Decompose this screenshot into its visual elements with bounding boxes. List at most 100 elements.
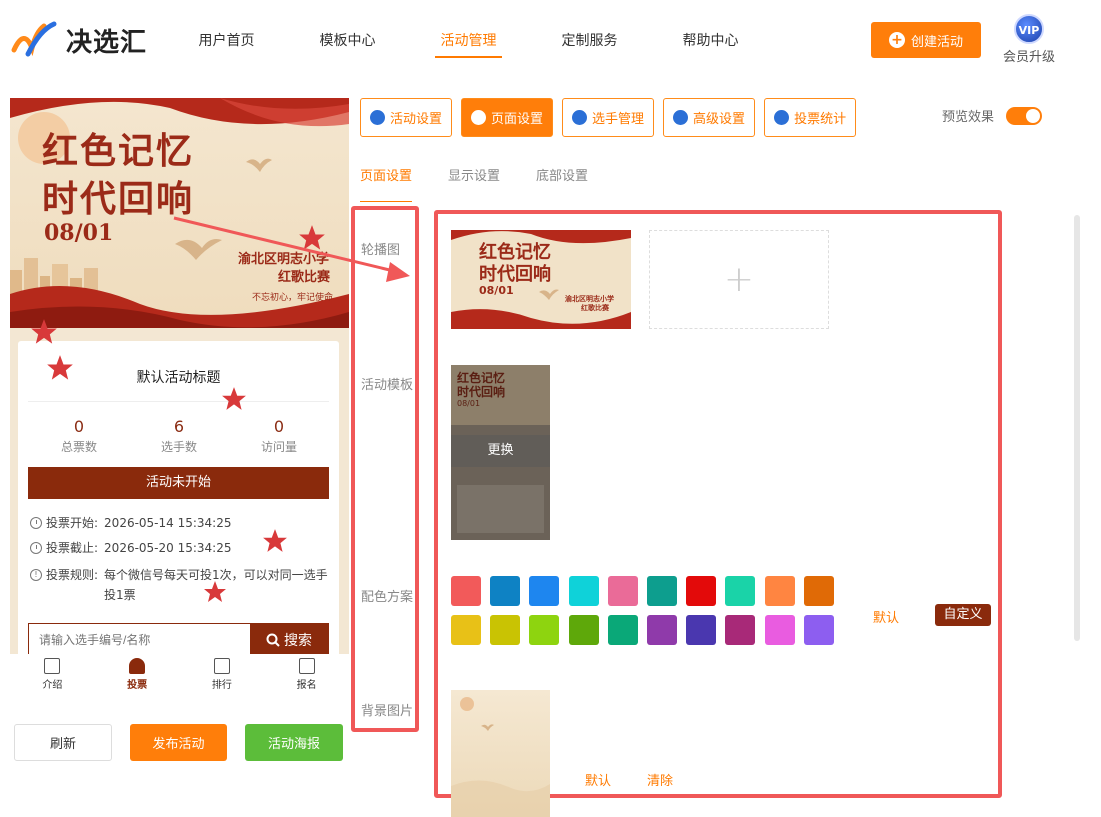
background-clear-link[interactable]: 清除 [647,770,673,789]
color-swatch[interactable] [490,576,521,606]
search-icon [266,633,280,647]
vote-start-label: 投票开始: [46,516,99,530]
color-swatch[interactable] [647,576,677,606]
carousel-date: 08/01 [479,284,514,297]
star-icon [31,319,57,344]
color-swatch[interactable] [529,615,560,645]
background-image-thumbnail[interactable] [451,690,550,817]
carousel-title-line2: 时代回响 [479,264,551,285]
color-swatch[interactable] [686,576,717,606]
color-swatch[interactable] [803,615,834,645]
color-swatch[interactable] [725,615,756,645]
refresh-button[interactable]: 刷新 [14,724,112,761]
vote-end-label: 投票截止: [46,541,99,555]
page-settings-subtabs: 页面设置 显示设置 底部设置 [360,165,624,203]
vote-rule-row: ! 投票规则: 每个微信号每天可投1次，可以对同一选手 投1票 [30,565,330,605]
color-swatch[interactable] [647,615,677,645]
tab-vote-statistics[interactable]: 投票统计 [764,98,857,137]
activity-poster-button[interactable]: 活动海报 [245,724,343,761]
color-swatch[interactable] [607,576,638,606]
tab-label: 投票统计 [794,112,847,127]
contestant-search-input[interactable] [29,624,250,654]
search-button-label: 搜索 [284,633,312,649]
star-badge-icon [370,110,385,125]
background-default-link[interactable]: 默认 [585,770,611,789]
contestant-search: 搜索 [28,623,329,654]
tab-advanced-settings[interactable]: 高级设置 [663,98,756,137]
stat-value: 0 [73,417,85,436]
subtab-display-settings[interactable]: 显示设置 [448,165,500,203]
color-swatch[interactable] [764,576,795,606]
preview-toggle-switch[interactable] [1006,106,1043,125]
carousel-image[interactable]: 红色记忆 时代回响 08/01 渝北区明志小学 红歌比赛 [451,230,631,329]
subtab-footer-settings[interactable]: 底部设置 [536,165,588,203]
preview-effect: 预览效果 [942,106,1043,125]
tab-contestant-management[interactable]: 选手管理 [562,98,655,137]
vote-rule-label: 投票规则: [46,568,99,582]
color-swatch[interactable] [451,615,481,645]
tab-activity-settings[interactable]: 活动设置 [360,98,453,137]
id-card-icon [298,658,315,674]
scrollbar[interactable] [1074,215,1080,641]
template-info-block [457,485,544,533]
nav-home[interactable]: 用户首页 [166,0,287,80]
add-carousel-image-button[interactable]: + [649,230,829,329]
main-nav: 用户首页 模板中心 活动管理 定制服务 帮助中心 [166,0,771,80]
color-swatch[interactable] [725,576,756,606]
activity-template-thumbnail[interactable]: 红色记忆 时代回响 08/01 更换 [451,365,550,540]
background-thumb-art [451,697,550,817]
activity-status-bar[interactable]: 活动未开始 [28,467,329,499]
template-date: 08/01 [457,399,481,408]
template-title-line2: 时代回响 [457,385,506,399]
vip-upgrade[interactable]: VIP 会员升级 [1000,14,1058,65]
label-color-scheme: 配色方案 [361,590,414,605]
tab-ranking[interactable]: 排行 [180,654,265,700]
create-activity-label: 创建活动 [910,34,963,50]
tab-signup[interactable]: 报名 [264,654,349,700]
color-swatch[interactable] [764,615,795,645]
stat-label: 访问量 [260,440,297,454]
publish-activity-button[interactable]: 发布活动 [130,724,227,761]
color-default-link[interactable]: 默认 [873,607,899,626]
create-activity-button[interactable]: + 创建活动 [871,22,981,58]
tab-label: 页面设置 [491,112,544,127]
color-swatch[interactable] [803,576,834,606]
logo-mark-icon [10,20,60,60]
nav-help[interactable]: 帮助中心 [650,0,771,80]
search-button[interactable]: 搜索 [250,624,328,654]
color-swatch[interactable] [529,576,560,606]
color-custom-button[interactable]: 自定义 [935,604,991,626]
tab-page-settings[interactable]: 页面设置 [461,98,554,137]
replace-template-button[interactable]: 更换 [451,435,550,467]
stat-total-votes: 0 总票数 [29,417,129,455]
preview-tabbar: 介绍 投票 排行 报名 [10,654,349,700]
color-swatch[interactable] [686,615,717,645]
subtab-page-settings[interactable]: 页面设置 [360,165,413,203]
sliders-icon [673,110,689,125]
nav-activity-management[interactable]: 活动管理 [408,0,529,80]
nav-templates[interactable]: 模板中心 [287,0,408,80]
tab-label: 选手管理 [592,112,645,127]
poster-title-line2: 时代回响 [42,178,195,220]
tab-label: 活动设置 [390,112,443,127]
stat-label: 总票数 [60,440,97,454]
tab-intro[interactable]: 介绍 [10,654,95,700]
stat-label: 选手数 [160,440,197,454]
logo[interactable]: 决选汇 [10,20,147,60]
tab-vote[interactable]: 投票 [95,654,180,700]
tab-ranking-label: 排行 [211,680,232,691]
color-swatch[interactable] [568,615,599,645]
tab-label: 高级设置 [693,112,746,127]
stat-contestants: 6 选手数 [129,417,229,455]
star-icon [263,529,287,552]
tab-intro-label: 介绍 [42,680,63,691]
color-swatch[interactable] [607,615,638,645]
nav-custom-service[interactable]: 定制服务 [529,0,650,80]
stat-value: 6 [173,417,185,436]
color-swatch[interactable] [568,576,599,606]
tab-vote-label: 投票 [127,680,148,691]
color-swatch[interactable] [490,615,521,645]
vote-end-time: 2026-05-20 15:34:25 [104,541,232,555]
color-swatch[interactable] [451,576,481,606]
stat-visits: 0 访问量 [229,417,329,455]
